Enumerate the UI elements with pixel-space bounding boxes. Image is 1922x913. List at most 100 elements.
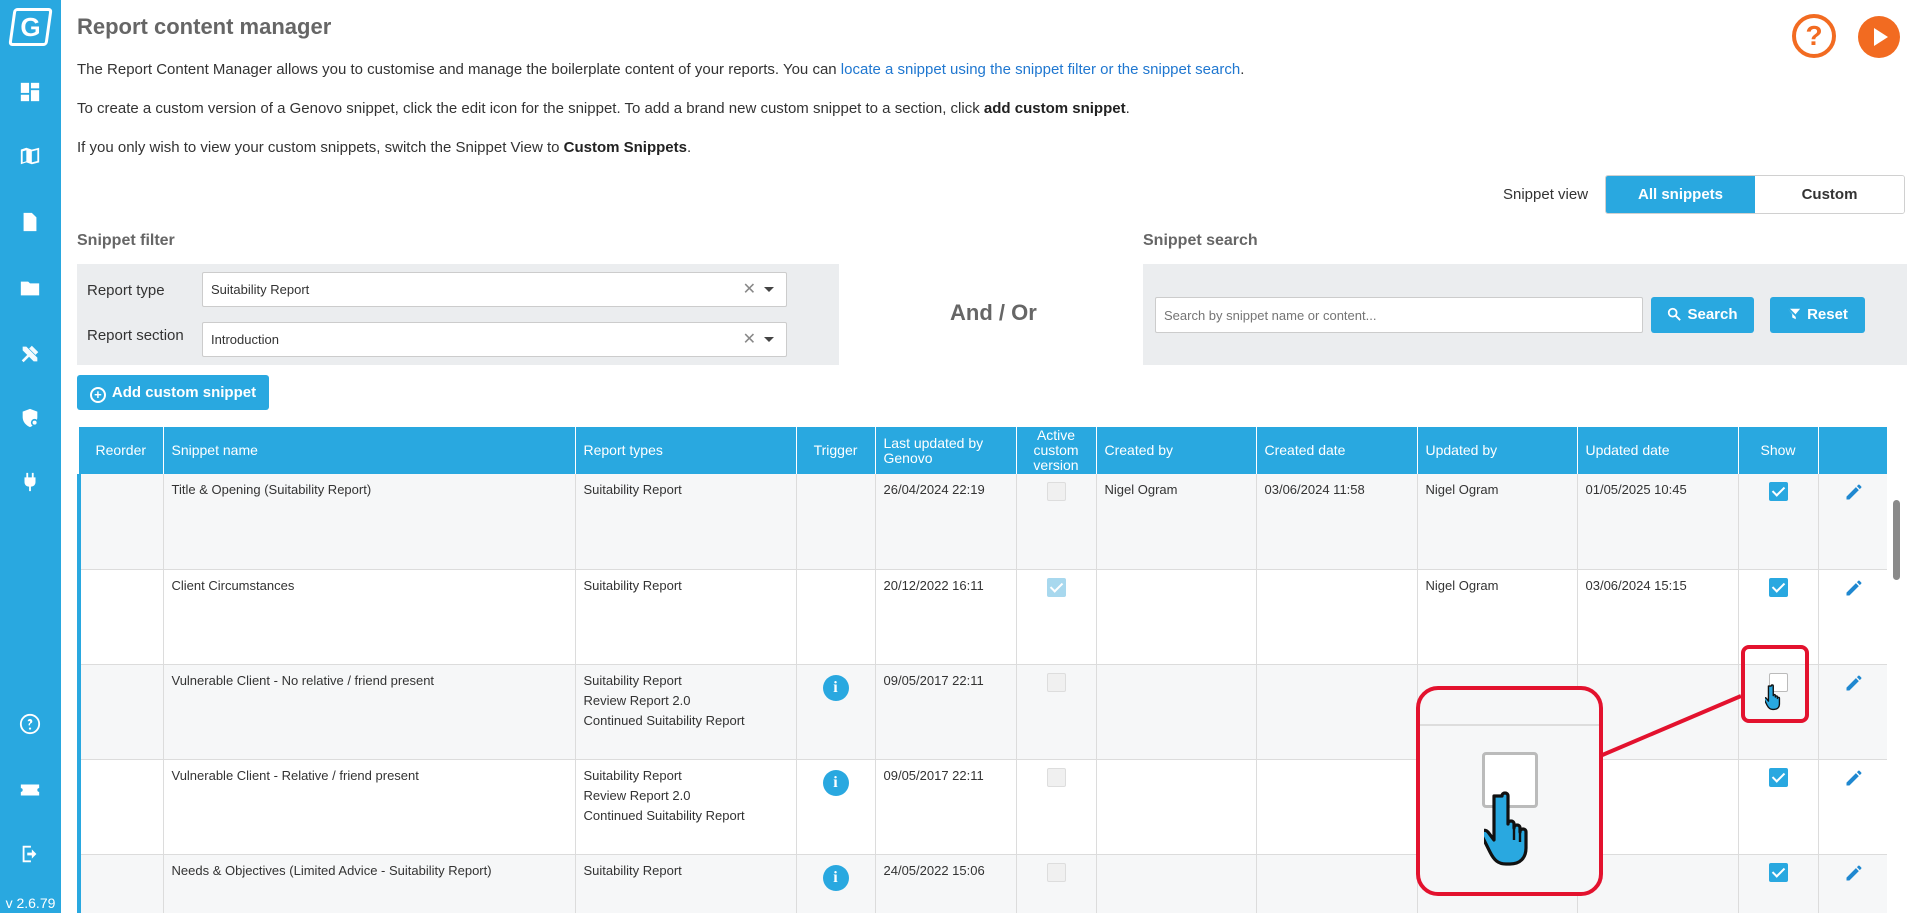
edit-pencil-icon[interactable] [1844,770,1864,791]
col-updated-date[interactable]: Updated date [1577,427,1739,474]
report-section-select[interactable]: Introduction ✕ [202,322,787,357]
plus-circle-icon: + [89,387,106,403]
updated-by-cell: Nigel Ogram [1417,474,1578,570]
col-last-updated-genovo[interactable]: Last updated by Genovo [875,427,1017,474]
table-row: Title & Opening (Suitability Report) Suit… [77,474,1887,570]
info-icon[interactable]: i [822,864,849,891]
and-or-label: And / Or [950,300,1037,325]
created-by-cell [1096,569,1257,665]
table-row: Needs & Objectives (Limited Advice - Sui… [77,854,1887,913]
col-updated-by[interactable]: Updated by [1417,427,1578,474]
plug-icon[interactable] [18,470,42,494]
search-button[interactable]: Search [1651,297,1754,333]
edit-cell [1818,569,1887,665]
intro-text-1: The Report Content Manager allows you to… [77,61,841,78]
folder-icon[interactable] [18,276,42,300]
last-updated-genovo-cell: 24/05/2022 15:06 [875,854,1017,913]
col-report-types: Report types [575,427,797,474]
reorder-handle[interactable] [77,569,164,665]
col-created-date[interactable]: Created date [1256,427,1418,474]
report-type-item: Suitability Report [583,482,682,497]
show-cell [1738,759,1819,855]
help-icon[interactable] [18,712,42,736]
reorder-handle[interactable] [77,854,164,913]
app-version: v 2.6.79 [5,895,56,911]
snippet-name-cell: Vulnerable Client - Relative / friend pr… [163,759,576,855]
page-title: Report content manager [77,14,332,39]
trigger-cell: i [796,664,876,760]
dashboard-icon[interactable] [18,80,42,104]
edit-pencil-icon[interactable] [1844,580,1864,601]
info-icon[interactable]: i [822,674,849,701]
clear-report-section-icon[interactable]: ✕ [743,323,756,356]
help-button[interactable]: ? [1792,14,1836,58]
last-updated-genovo-cell: 26/04/2024 22:19 [875,474,1017,570]
table-header-row: Reorder Snippet name Report types Trigge… [79,427,1887,474]
reorder-handle[interactable] [77,759,164,855]
show-checkbox[interactable] [1768,577,1788,597]
snippet-search-panel: Search Reset [1143,264,1907,365]
clear-report-type-icon[interactable]: ✕ [743,273,756,306]
active-custom-cell [1016,474,1097,570]
created-date-cell [1256,759,1418,855]
snippet-view-label: Snippet view [1503,186,1589,203]
active-custom-cell [1016,854,1097,913]
custom-snippets-button[interactable]: Custom snippets [1755,176,1904,213]
intro-text-2: To create a custom version of a Genovo s… [77,100,984,117]
intro-bold-3: Custom Snippets [563,139,687,156]
report-types-cell: Suitability Report Review Report 2.0 Conti… [575,664,797,760]
mouse-cursor-hand-icon [1765,684,1781,711]
col-snippet-name[interactable]: Snippet name [163,427,576,474]
add-custom-snippet-button[interactable]: + Add custom snippet [77,375,269,410]
ticket-icon[interactable] [18,778,42,802]
edit-pencil-icon[interactable] [1844,675,1864,696]
reset-button[interactable]: Reset [1770,297,1865,333]
report-type-item: Suitability Report [583,862,682,878]
report-type-item: Suitability Report [583,672,682,688]
created-date-cell [1256,854,1418,913]
library-icon[interactable] [18,144,42,168]
logout-icon[interactable] [18,842,42,866]
active-custom-cell [1016,569,1097,665]
show-checkbox[interactable] [1768,862,1788,882]
reorder-handle[interactable] [77,664,164,760]
table-scrollbar[interactable] [1893,500,1900,580]
snippets-table: Reorder Snippet name Report types Trigge… [77,427,1887,913]
locate-snippet-link[interactable]: locate a snippet using the snippet filte… [841,61,1240,78]
show-checkbox[interactable] [1768,767,1788,787]
report-types-cell: Suitability Report [575,854,797,913]
created-date-cell [1256,569,1418,665]
info-icon[interactable]: i [822,769,849,796]
report-type-select[interactable]: Suitability Report ✕ [202,272,787,307]
reorder-handle[interactable] [77,474,164,570]
document-icon[interactable] [18,210,42,234]
snippet-search-input[interactable] [1155,297,1643,333]
chevron-down-icon[interactable] [764,287,774,292]
edit-pencil-icon[interactable] [1844,484,1864,505]
snippet-name-cell: Needs & Objectives (Limited Advice - Sui… [163,854,576,913]
intro-end-2: . [1125,100,1130,117]
chevron-down-icon[interactable] [764,337,774,342]
col-created-by[interactable]: Created by [1096,427,1257,474]
intro-paragraph-1: The Report Content Manager allows you to… [77,61,1244,78]
last-updated-genovo-cell: 09/05/2017 22:11 [875,664,1017,760]
active-custom-cell [1016,664,1097,760]
trigger-cell: i [796,854,876,913]
all-snippets-button[interactable]: All snippets [1606,176,1755,213]
tools-icon[interactable] [18,342,42,366]
edit-pencil-icon[interactable] [1844,865,1864,886]
report-type-item: Suitability Report [583,767,682,783]
report-type-label: Report type [87,282,165,299]
play-tutorial-button[interactable] [1858,16,1900,58]
edit-cell [1818,854,1887,913]
snippet-view-toggle: All snippets Custom snippets [1605,175,1905,214]
last-updated-genovo-cell: 20/12/2022 16:11 [875,569,1017,665]
genovo-logo[interactable]: G [8,8,53,46]
intro-text-3: If you only wish to view your custom sni… [77,139,564,156]
show-checkbox[interactable] [1768,482,1788,501]
snippet-name-cell: Title & Opening (Suitability Report) [163,474,576,570]
col-reorder: Reorder [79,427,164,474]
shield-settings-icon[interactable] [18,406,42,430]
created-date-cell [1256,664,1418,760]
report-types-cell: Suitability Report Review Report 2.0 Conti… [575,759,797,855]
